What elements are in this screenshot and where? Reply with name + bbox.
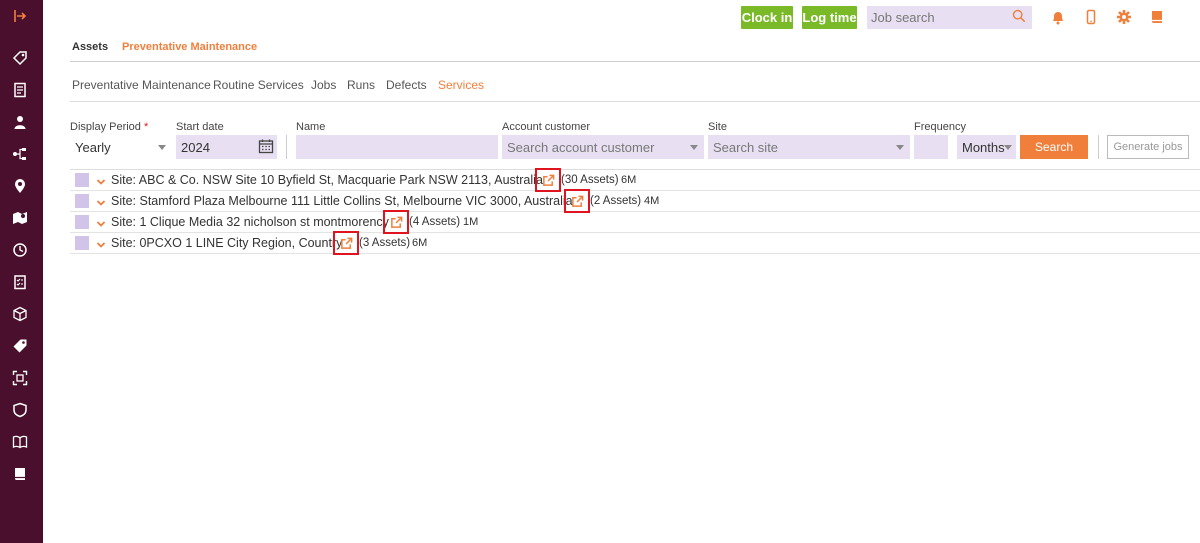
document-icon[interactable] (11, 81, 29, 99)
chevron-down-icon[interactable] (96, 195, 106, 206)
external-link-icon[interactable] (535, 168, 561, 192)
divider (70, 61, 1200, 62)
map-pin-icon[interactable] (11, 177, 29, 195)
tab-assets[interactable]: Assets (72, 41, 108, 53)
site-name: Site: ABC & Co. NSW Site 10 Byfield St, … (111, 173, 543, 187)
frequency-value: 6M (621, 174, 637, 186)
chevron-down-icon[interactable] (96, 174, 106, 185)
book-icon[interactable] (11, 433, 29, 451)
log-time-button[interactable]: Log time (802, 6, 857, 29)
external-link-icon[interactable] (383, 210, 409, 234)
frequency-input[interactable] (914, 135, 948, 159)
checklist-icon[interactable] (11, 273, 29, 291)
sidebar (0, 0, 43, 543)
row-checkbox[interactable] (75, 194, 89, 208)
subtab-jobs[interactable]: Jobs (311, 78, 336, 92)
chevron-down-icon (1004, 145, 1012, 150)
site-name: Site: Stamford Plaza Melbourne 111 Littl… (111, 194, 573, 208)
table-row[interactable]: Site: 0PCXO 1 LINE City Region, Country … (70, 231, 1200, 255)
frequency-value: 1M (463, 216, 479, 228)
frequency-value: 6M (412, 237, 428, 249)
row-checkbox[interactable] (75, 173, 89, 187)
clock-icon[interactable] (11, 241, 29, 259)
subtab-defects[interactable]: Defects (386, 78, 427, 92)
map-marker-icon[interactable] (11, 209, 29, 227)
name-input[interactable] (296, 135, 498, 159)
tag-location-icon[interactable] (11, 49, 29, 67)
row-checkbox[interactable] (75, 236, 89, 250)
calendar-icon[interactable] (258, 138, 274, 157)
frequency-value: 4M (644, 195, 660, 207)
generate-jobs-button[interactable]: Generate jobs (1107, 135, 1189, 159)
search-icon[interactable] (1012, 9, 1026, 26)
site-name: Site: 1 Clique Media 32 nicholson st mon… (111, 215, 389, 229)
job-search-placeholder: Job search (871, 10, 935, 25)
divider (70, 101, 1200, 102)
tab-preventative-maintenance[interactable]: Preventative Maintenance (122, 41, 257, 53)
start-date-input[interactable]: 2024 (176, 135, 277, 159)
site-name: Site: 0PCXO 1 LINE City Region, Country (111, 236, 343, 250)
cube-icon[interactable] (11, 305, 29, 323)
divider (286, 135, 287, 159)
frequency-unit-select[interactable]: Months (957, 135, 1016, 159)
shield-icon[interactable] (11, 401, 29, 419)
person-icon[interactable] (11, 113, 29, 131)
help-book-icon[interactable] (1149, 9, 1165, 25)
account-customer-label: Account customer (502, 121, 591, 133)
display-period-label: Display Period * (70, 121, 149, 133)
chevron-down-icon (158, 145, 166, 150)
external-link-icon[interactable] (333, 231, 359, 255)
asset-count: (4 Assets) (409, 216, 461, 228)
mobile-phone-icon[interactable] (1083, 9, 1099, 25)
chevron-down-icon[interactable] (96, 237, 106, 248)
chevron-down-icon (896, 145, 904, 150)
job-search-input[interactable]: Job search (867, 6, 1032, 29)
scan-icon[interactable] (11, 369, 29, 387)
row-checkbox[interactable] (75, 215, 89, 229)
account-customer-select[interactable]: Search account customer (502, 135, 704, 159)
subtab-preventative-maintenance[interactable]: Preventative Maintenance (72, 78, 211, 92)
required-mark: * (143, 121, 149, 133)
price-tag-icon[interactable] (11, 337, 29, 355)
chevron-down-icon[interactable] (96, 216, 106, 227)
asset-count: (2 Assets) (590, 195, 642, 207)
hierarchy-icon[interactable] (11, 145, 29, 163)
asset-count: (3 Assets) (359, 237, 411, 249)
site-label: Site (708, 121, 727, 133)
table-row[interactable]: Site: ABC & Co. NSW Site 10 Byfield St, … (70, 168, 1200, 192)
search-button[interactable]: Search (1020, 135, 1088, 159)
gear-icon[interactable] (1116, 9, 1132, 25)
clock-in-button[interactable]: Clock in (741, 6, 793, 29)
subtab-runs[interactable]: Runs (347, 78, 375, 92)
name-label: Name (296, 121, 326, 133)
chevron-down-icon (690, 145, 698, 150)
bell-icon[interactable] (1050, 9, 1066, 25)
external-link-icon[interactable] (564, 189, 590, 213)
divider (1098, 135, 1099, 159)
start-date-label: Start date (176, 121, 224, 133)
collapse-arrow-icon[interactable] (11, 7, 29, 25)
book-closed-icon[interactable] (11, 465, 29, 483)
table-row[interactable]: Site: 1 Clique Media 32 nicholson st mon… (70, 210, 1200, 234)
display-period-select[interactable]: Yearly (70, 135, 172, 159)
subtab-services[interactable]: Services (438, 78, 484, 92)
frequency-label: Frequency (914, 121, 966, 133)
site-select[interactable]: Search site (708, 135, 910, 159)
asset-count: (30 Assets) (561, 174, 619, 186)
table-row[interactable]: Site: Stamford Plaza Melbourne 111 Littl… (70, 189, 1200, 213)
subtab-routine-services[interactable]: Routine Services (213, 78, 304, 92)
